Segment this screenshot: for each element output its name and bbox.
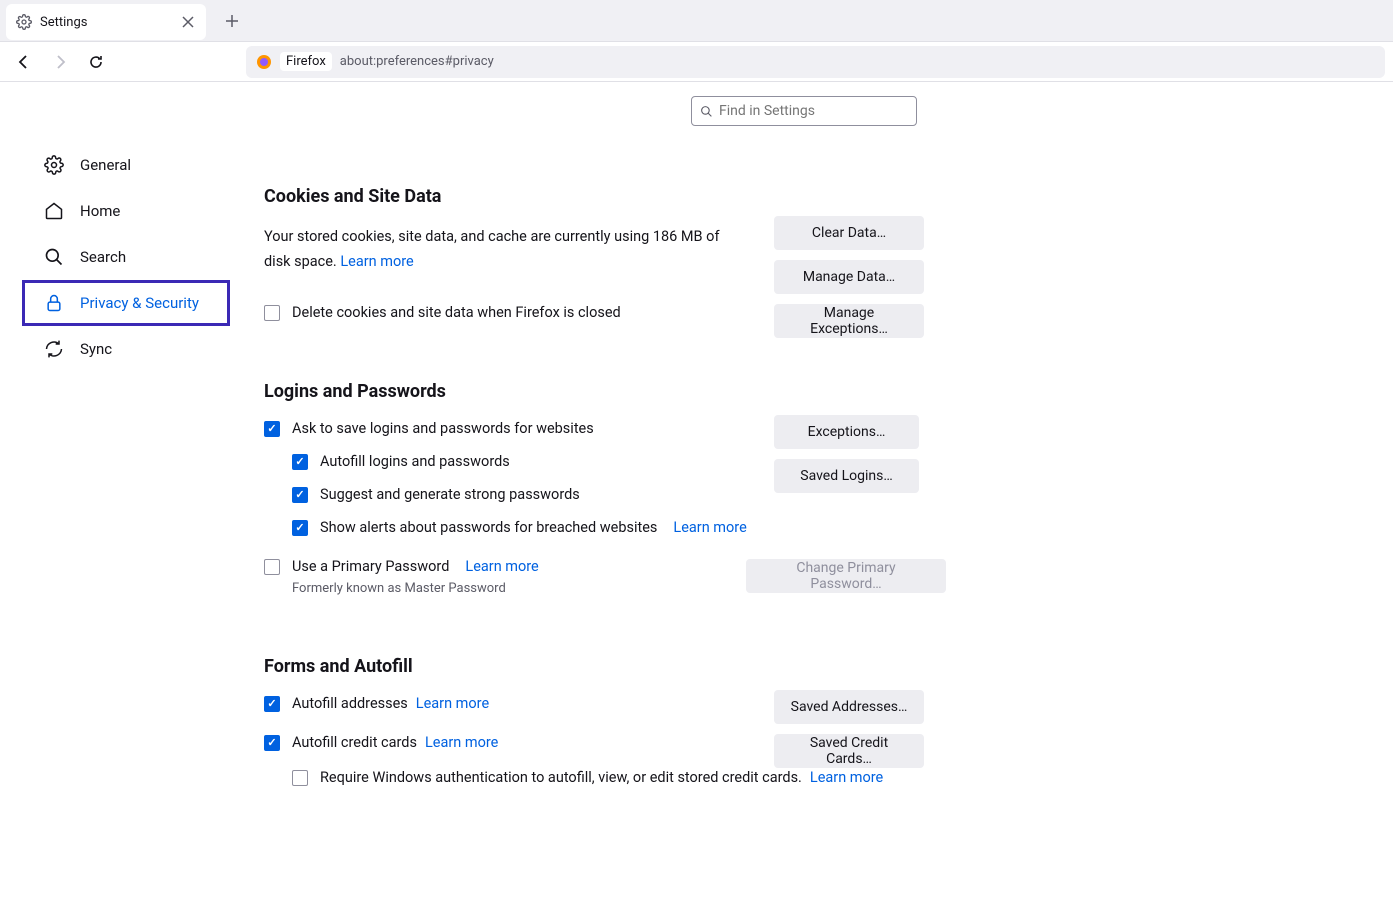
learn-more-link[interactable]: Learn more — [673, 519, 746, 536]
checkbox-icon[interactable] — [264, 559, 280, 575]
home-icon — [44, 201, 64, 221]
sidebar-item-label: Home — [80, 202, 120, 220]
cookies-description: Your stored cookies, site data, and cach… — [264, 225, 744, 274]
checkbox-label: Delete cookies and site data when Firefo… — [292, 304, 621, 321]
gear-icon — [44, 155, 64, 175]
section-cookies: Cookies and Site Data Your stored cookie… — [264, 186, 924, 321]
sidebar: General Home Search Privacy & Security S… — [0, 82, 240, 900]
learn-more-link[interactable]: Learn more — [810, 769, 883, 786]
checkbox-icon[interactable] — [264, 735, 280, 751]
sidebar-item-label: Sync — [80, 340, 112, 358]
tab-title: Settings — [40, 15, 180, 30]
manage-data-button[interactable]: Manage Data… — [774, 260, 924, 294]
search-icon — [44, 247, 64, 267]
checkbox-label: Autofill addresses — [292, 695, 408, 712]
lock-icon — [44, 293, 64, 313]
checkbox-label: Ask to save logins and passwords for web… — [292, 420, 594, 437]
sidebar-item-sync[interactable]: Sync — [0, 326, 240, 372]
saved-cards-button[interactable]: Saved Credit Cards… — [774, 734, 924, 768]
checkbox-icon[interactable] — [292, 454, 308, 470]
tab-bar: Settings — [0, 0, 1393, 42]
checkbox-icon[interactable] — [292, 520, 308, 536]
checkbox-label: Autofill logins and passwords — [320, 453, 510, 470]
settings-search-input[interactable] — [719, 103, 908, 119]
checkbox-label: Show alerts about passwords for breached… — [320, 519, 657, 536]
back-button[interactable] — [8, 46, 40, 78]
learn-more-link[interactable]: Learn more — [416, 695, 489, 712]
forward-button[interactable] — [44, 46, 76, 78]
checkbox-icon[interactable] — [292, 487, 308, 503]
url-prefix: Firefox — [280, 52, 332, 71]
sidebar-item-home[interactable]: Home — [0, 188, 240, 234]
reload-button[interactable] — [80, 46, 112, 78]
section-logins: Logins and Passwords Ask to save logins … — [264, 381, 924, 596]
url-text: about:preferences#privacy — [340, 54, 494, 69]
settings-search[interactable] — [691, 96, 917, 126]
sidebar-item-label: Search — [80, 248, 126, 266]
url-bar[interactable]: Firefox about:preferences#privacy — [246, 46, 1385, 78]
clear-data-button[interactable]: Clear Data… — [774, 216, 924, 250]
learn-more-link[interactable]: Learn more — [465, 558, 538, 575]
learn-more-link[interactable]: Learn more — [425, 734, 498, 751]
search-icon — [700, 105, 713, 118]
close-icon[interactable] — [180, 14, 196, 30]
saved-addresses-button[interactable]: Saved Addresses… — [774, 690, 924, 724]
saved-logins-button[interactable]: Saved Logins… — [774, 459, 919, 493]
sidebar-item-label: General — [80, 156, 131, 174]
firefox-icon — [256, 54, 272, 70]
sidebar-item-general[interactable]: General — [0, 142, 240, 188]
change-primary-password-button[interactable]: Change Primary Password… — [746, 559, 946, 593]
checkbox-label: Suggest and generate strong passwords — [320, 486, 580, 503]
main-panel: Cookies and Site Data Your stored cookie… — [240, 82, 1393, 900]
checkbox-label: Require Windows authentication to autofi… — [320, 769, 802, 786]
learn-more-link[interactable]: Learn more — [340, 253, 413, 270]
nav-bar: Firefox about:preferences#privacy — [0, 42, 1393, 82]
windows-auth-checkbox[interactable]: Require Windows authentication to autofi… — [292, 769, 924, 786]
breach-alerts-checkbox[interactable]: Show alerts about passwords for breached… — [292, 519, 924, 536]
checkbox-icon[interactable] — [264, 421, 280, 437]
sidebar-item-search[interactable]: Search — [0, 234, 240, 280]
browser-tab[interactable]: Settings — [6, 4, 206, 40]
checkbox-icon[interactable] — [292, 770, 308, 786]
section-title: Cookies and Site Data — [264, 186, 924, 207]
content-area: General Home Search Privacy & Security S… — [0, 82, 1393, 900]
sync-icon — [44, 339, 64, 359]
manage-exceptions-button[interactable]: Manage Exceptions… — [774, 304, 924, 338]
exceptions-button[interactable]: Exceptions… — [774, 415, 919, 449]
sidebar-item-privacy[interactable]: Privacy & Security — [22, 280, 230, 326]
section-forms: Forms and Autofill Autofill addresses Le… — [264, 656, 924, 786]
section-title: Logins and Passwords — [264, 381, 924, 402]
sidebar-item-label: Privacy & Security — [80, 294, 199, 312]
checkbox-label: Autofill credit cards — [292, 734, 417, 751]
checkbox-icon[interactable] — [264, 696, 280, 712]
section-title: Forms and Autofill — [264, 656, 924, 677]
checkbox-label: Use a Primary Password — [292, 558, 449, 575]
gear-icon — [16, 14, 32, 30]
checkbox-icon[interactable] — [264, 305, 280, 321]
new-tab-button[interactable] — [216, 5, 248, 37]
